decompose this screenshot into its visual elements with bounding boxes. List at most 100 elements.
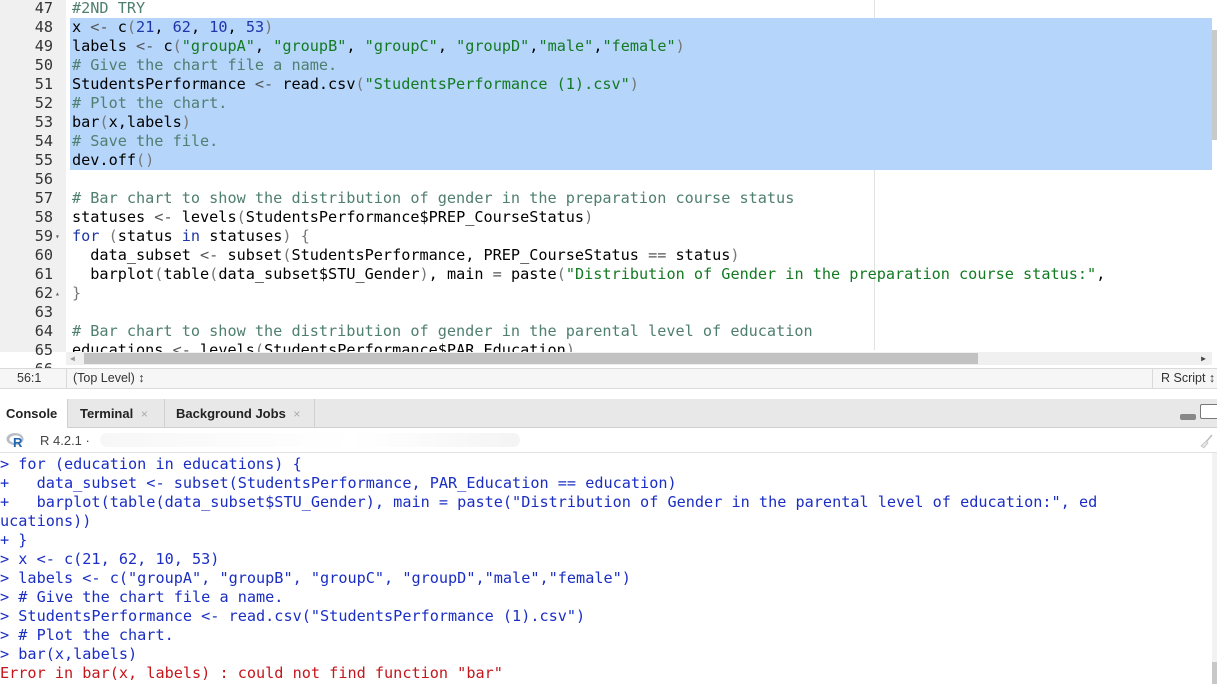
r-version-label: R 4.2.1 · — [40, 433, 90, 448]
console-line: + barplot(table(data_subset$STU_Gender),… — [0, 493, 1098, 511]
line-number: 61 — [34, 265, 53, 283]
editor-vertical-scrollbar[interactable] — [1212, 30, 1217, 140]
file-type-selector[interactable]: R Script ↕ — [1152, 369, 1215, 388]
console-header: R R 4.2.1 · — [0, 428, 1217, 453]
code-line[interactable]: 56 — [0, 170, 1212, 189]
console-line: > # Plot the chart. — [0, 626, 174, 644]
scope-selector[interactable]: (Top Level) ↕ — [66, 369, 145, 388]
code-line[interactable]: 63 — [0, 303, 1212, 322]
line-number: 47 — [34, 0, 53, 17]
line-number: 65 — [34, 341, 53, 359]
line-number: 48 — [34, 18, 53, 36]
fold-expand-icon[interactable]: ▴ — [55, 284, 60, 303]
clear-console-broom-icon[interactable] — [1198, 433, 1214, 449]
svg-text:R: R — [13, 435, 23, 448]
code-line[interactable]: 52 # Plot the chart. — [0, 94, 1212, 113]
code-comment: # Plot the chart. — [72, 94, 228, 112]
code-line[interactable]: 64 # Bar chart to show the distribution o… — [0, 322, 1212, 341]
code-text: } — [72, 284, 82, 302]
line-number: 53 — [34, 113, 53, 131]
console-output[interactable]: > for (education in educations) {+ data_… — [0, 453, 1212, 684]
tab-label: Terminal — [80, 406, 134, 421]
console-line: + data_subset <- subset(StudentsPerforma… — [0, 474, 677, 492]
tab-terminal[interactable]: Terminal × — [68, 399, 165, 428]
tab-label: Console — [6, 406, 58, 421]
line-number: 63 — [34, 303, 53, 321]
code-comment: # Save the file. — [72, 132, 219, 150]
line-number: 55 — [34, 151, 53, 169]
line-number: 52 — [34, 94, 53, 112]
code-text: for (status in statuses) { — [72, 227, 310, 245]
code-line[interactable]: 50 # Give the chart file a name. — [0, 56, 1212, 75]
console-line: > bar(x,labels) — [0, 645, 138, 663]
scroll-left-arrow-icon[interactable]: ◀ — [70, 352, 75, 365]
panel-tab-bar: Console Terminal × Background Jobs × — [0, 399, 1217, 429]
selection-highlight — [70, 151, 1212, 170]
line-number: 56 — [34, 170, 53, 188]
line-number: 64 — [34, 322, 53, 340]
cursor-position: 56:1 — [17, 371, 42, 385]
code-line[interactable]: 62 ▴} — [0, 284, 1212, 303]
code-comment: # Bar chart to show the distribution of … — [72, 189, 795, 207]
working-directory-path[interactable] — [100, 433, 520, 447]
close-icon[interactable]: × — [293, 407, 300, 421]
code-comment: #2ND TRY — [72, 0, 146, 17]
tab-background-jobs[interactable]: Background Jobs × — [165, 399, 315, 428]
code-text: barplot(table(data_subset$STU_Gender), m… — [72, 265, 1106, 283]
minimize-pane-icon[interactable] — [1180, 414, 1196, 420]
line-number: 51 — [34, 75, 53, 93]
selection-highlight — [70, 113, 1212, 132]
console-line: > labels <- c("groupA", "groupB", "group… — [0, 569, 631, 587]
pane-splitter[interactable] — [0, 389, 1217, 399]
console-line: > for (education in educations) { — [0, 455, 302, 473]
code-line[interactable]: 48 x <- c(21, 62, 10, 53) — [0, 18, 1212, 37]
code-text: labels <- c("groupA", "groupB", "groupC"… — [72, 37, 685, 55]
code-line[interactable]: 59 ▾ for (status in statuses) { — [0, 227, 1212, 246]
code-text: statuses <- levels(StudentsPerformance$P… — [72, 208, 594, 226]
code-line[interactable]: 47 #2ND TRY — [0, 0, 1212, 18]
code-line[interactable]: 53 bar(x,labels) — [0, 113, 1212, 132]
console-line: > StudentsPerformance <- read.csv("Stude… — [0, 607, 586, 625]
code-line[interactable]: 61 barplot(table(data_subset$STU_Gender)… — [0, 265, 1212, 284]
editor-horizontal-scrollbar[interactable]: ◀ ▶ — [66, 352, 1212, 365]
tab-console[interactable]: Console — [0, 399, 68, 429]
console-line: > # Give the chart file a name. — [0, 588, 284, 606]
line-number: 49 — [34, 37, 53, 55]
console-line: > x <- c(21, 62, 10, 53) — [0, 550, 220, 568]
tab-label: Background Jobs — [176, 406, 286, 421]
code-line[interactable]: 55 dev.off() — [0, 151, 1212, 170]
code-line[interactable]: 51 StudentsPerformance <- read.csv("Stude… — [0, 75, 1212, 94]
line-number: 62 — [34, 284, 53, 302]
code-line[interactable]: 58 statuses <- levels(StudentsPerformance… — [0, 208, 1212, 227]
line-number: 54 — [34, 132, 53, 150]
editor-status-bar: 56:1 (Top Level) ↕ R Script ↕ — [0, 368, 1217, 389]
console-line: + } — [0, 531, 28, 549]
code-text: bar(x,labels) — [72, 113, 191, 131]
code-line[interactable]: 49 labels <- c("groupA", "groupB", "group… — [0, 37, 1212, 56]
scroll-right-arrow-icon[interactable]: ▶ — [1201, 352, 1206, 365]
console-scroll-thumb[interactable] — [1212, 662, 1217, 684]
selection-highlight — [70, 94, 1212, 113]
source-editor[interactable]: 47 #2ND TRY 48 x <- c(21, 62, 10, 53) 49 labe… — [0, 0, 1217, 378]
code-text: data_subset <- subset(StudentsPerformanc… — [72, 246, 740, 264]
code-comment: # Bar chart to show the distribution of … — [72, 322, 813, 340]
close-icon[interactable]: × — [141, 407, 148, 421]
code-line[interactable]: 57 # Bar chart to show the distribution o… — [0, 189, 1212, 208]
fold-collapse-icon[interactable]: ▾ — [55, 227, 60, 246]
code-line[interactable]: 54 # Save the file. — [0, 132, 1212, 151]
code-text: dev.off() — [72, 151, 155, 169]
console-vertical-scrollbar[interactable] — [1212, 453, 1217, 684]
code-text: x <- c(21, 62, 10, 53) — [72, 18, 274, 36]
console-error-line: Error in bar(x, labels) : could not find… — [0, 664, 503, 682]
code-text: StudentsPerformance <- read.csv("Student… — [72, 75, 639, 93]
r-logo-icon: R — [6, 433, 24, 448]
code-line[interactable]: 60 data_subset <- subset(StudentsPerform… — [0, 246, 1212, 265]
maximize-pane-icon[interactable] — [1200, 404, 1217, 419]
selection-highlight — [70, 132, 1212, 151]
line-number: 59 — [34, 227, 53, 245]
code-comment: # Give the chart file a name. — [72, 56, 338, 74]
horizontal-scroll-thumb[interactable] — [84, 353, 978, 364]
line-number: 60 — [34, 246, 53, 264]
line-number: 58 — [34, 208, 53, 226]
console-line: ucations)) — [0, 512, 92, 530]
